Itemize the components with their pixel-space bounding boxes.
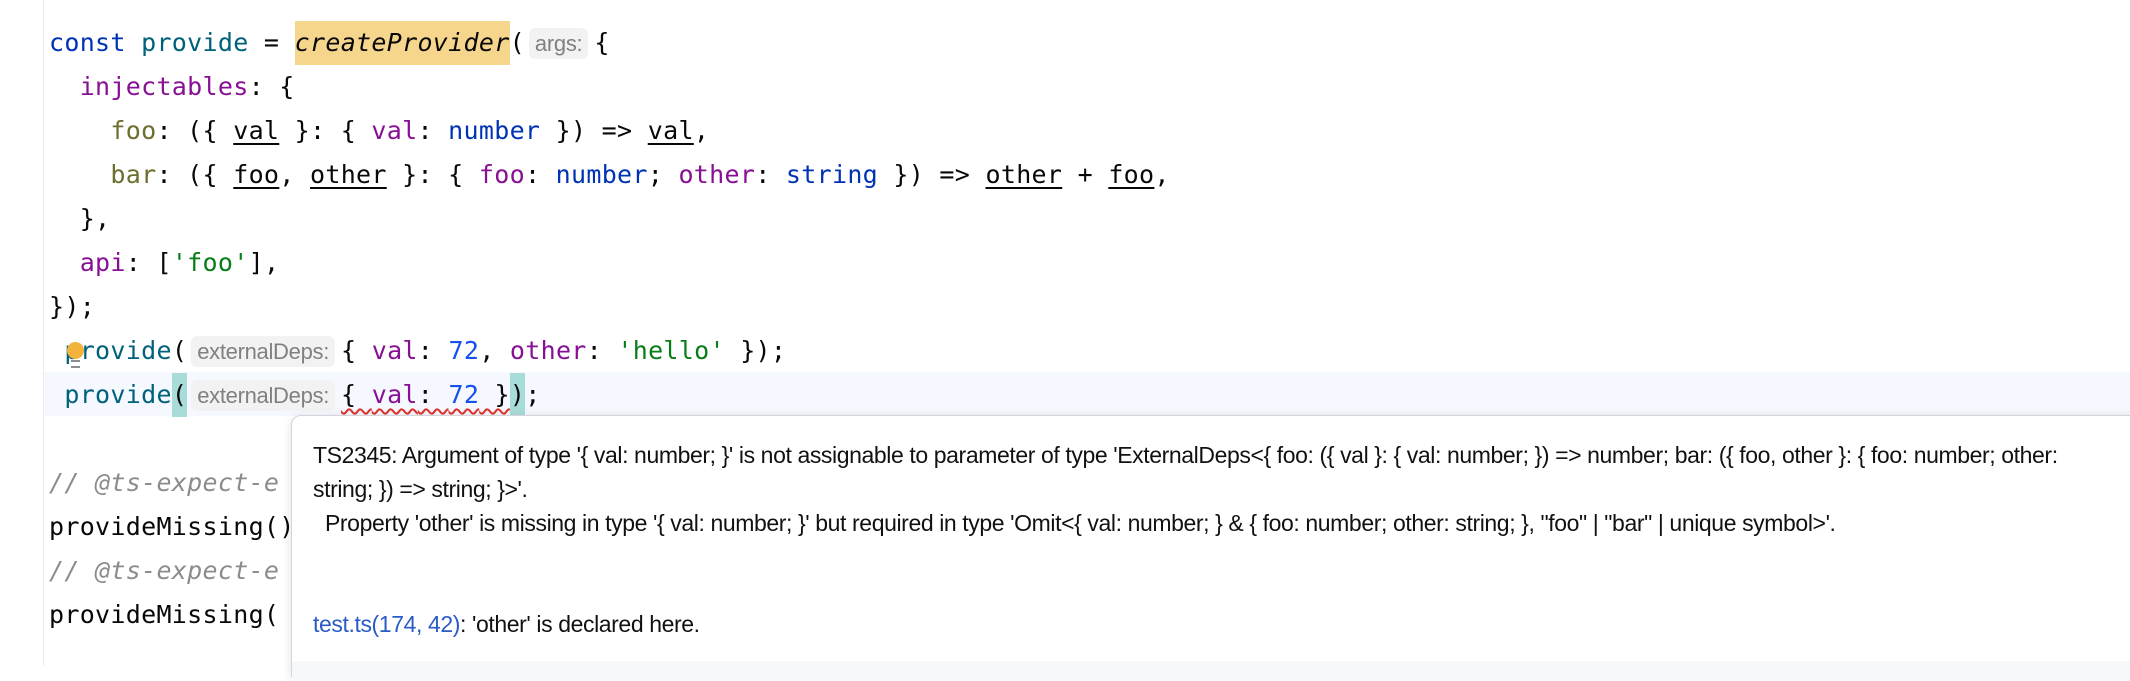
code-token: }: { bbox=[279, 116, 372, 145]
tooltip-footer bbox=[292, 661, 2130, 681]
code-line[interactable]: }); bbox=[49, 285, 1170, 329]
code-token: = bbox=[248, 28, 295, 57]
code-token: , bbox=[1154, 160, 1170, 189]
code-token: ; bbox=[647, 160, 679, 189]
error-tooltip: TS2345: Argument of type '{ val: number;… bbox=[291, 415, 2130, 681]
code-line[interactable]: bar: ({ foo, other }: { foo: number; oth… bbox=[49, 153, 1170, 197]
code-token: foo bbox=[1108, 160, 1155, 189]
code-token: : { bbox=[248, 72, 295, 101]
code-line[interactable]: provide(externalDeps:{ val: 72, other: '… bbox=[49, 329, 1170, 373]
code-token: number bbox=[448, 116, 541, 145]
lightbulb-base-icon bbox=[71, 360, 80, 368]
code-token: ( bbox=[509, 28, 525, 57]
code-token: ], bbox=[248, 248, 280, 277]
code-token: 72 bbox=[448, 336, 480, 365]
tooltip-reference: test.ts(174, 42): 'other' is declared he… bbox=[313, 607, 700, 641]
code-token: + bbox=[1062, 160, 1109, 189]
code-token: { bbox=[341, 380, 372, 409]
inlay-hint: externalDeps: bbox=[191, 380, 336, 411]
code-token: bar bbox=[110, 160, 157, 189]
code-line[interactable]: }, bbox=[49, 197, 1170, 241]
inlay-hint: externalDeps: bbox=[191, 336, 336, 367]
code-token: ( bbox=[171, 373, 188, 417]
code-token: val bbox=[371, 380, 418, 409]
inlay-hint: args: bbox=[528, 28, 589, 59]
code-token: : ({ bbox=[156, 160, 234, 189]
code-token: foo bbox=[233, 160, 280, 189]
code-token: : bbox=[586, 336, 618, 365]
code-token: val bbox=[371, 336, 418, 365]
code-token: val bbox=[371, 116, 418, 145]
code-token: }); bbox=[724, 336, 787, 365]
code-token: : bbox=[417, 336, 449, 365]
tooltip-body: TS2345: Argument of type '{ val: number;… bbox=[313, 438, 2103, 540]
code-token: val bbox=[233, 116, 280, 145]
code-token: provideMissing() bbox=[49, 512, 295, 541]
code-token: provideMissing( bbox=[49, 600, 280, 629]
code-token: : ({ bbox=[156, 116, 234, 145]
code-token: api bbox=[79, 248, 126, 277]
code-token: foo bbox=[110, 116, 157, 145]
code-line[interactable]: foo: ({ val }: { val: number }) => val, bbox=[49, 109, 1170, 153]
code-token: foo bbox=[478, 160, 525, 189]
code-token: : bbox=[417, 380, 449, 409]
code-token: }, bbox=[49, 204, 111, 233]
code-token: , bbox=[279, 160, 310, 189]
code-token: 'foo' bbox=[171, 248, 249, 277]
code-line[interactable]: const provide = createProvider(args:{ bbox=[49, 21, 1170, 65]
code-token: ( bbox=[171, 336, 188, 365]
code-token: provide bbox=[64, 380, 172, 409]
lightbulb-icon[interactable] bbox=[67, 342, 84, 359]
declaration-text: : 'other' is declared here. bbox=[460, 611, 700, 637]
code-token: ) bbox=[509, 373, 526, 417]
code-line[interactable]: api: ['foo'], bbox=[49, 241, 1170, 285]
code-token: injectables bbox=[79, 72, 249, 101]
code-token: : bbox=[524, 160, 556, 189]
code-token: 'hello' bbox=[617, 336, 725, 365]
code-token: string bbox=[785, 160, 879, 189]
code-line[interactable]: provide(externalDeps:{ val: 72 }); bbox=[49, 373, 1170, 417]
code-token: }); bbox=[49, 292, 96, 321]
code-token: other bbox=[985, 160, 1063, 189]
code-token: : bbox=[755, 160, 786, 189]
tooltip-error-detail: Property 'other' is missing in type '{ v… bbox=[313, 510, 1836, 536]
code-token: } bbox=[479, 380, 510, 409]
code-token: // @ts-expect-e bbox=[49, 556, 280, 585]
code-line[interactable]: injectables: { bbox=[49, 65, 1170, 109]
code-token: const bbox=[49, 28, 142, 57]
code-token: ; bbox=[525, 380, 541, 409]
code-token: val bbox=[647, 116, 694, 145]
code-token: other bbox=[678, 160, 756, 189]
code-token: }) => bbox=[878, 160, 986, 189]
code-token: : bbox=[417, 116, 449, 145]
code-token: , bbox=[479, 336, 510, 365]
code-token: other bbox=[509, 336, 587, 365]
code-token: 72 bbox=[448, 380, 480, 409]
code-token: other bbox=[310, 160, 387, 189]
code-token: { bbox=[341, 336, 372, 365]
code-token: // @ts-expect-e bbox=[49, 468, 280, 497]
code-token: , bbox=[693, 116, 710, 145]
code-token: provide bbox=[141, 28, 249, 57]
gutter-separator bbox=[43, 0, 44, 666]
code-token: : [ bbox=[125, 248, 172, 277]
code-token: }) => bbox=[540, 116, 648, 145]
code-token: number bbox=[555, 160, 648, 189]
declaration-link[interactable]: test.ts(174, 42) bbox=[313, 611, 460, 637]
code-token: createProvider bbox=[294, 21, 510, 65]
tooltip-error-message: TS2345: Argument of type '{ val: number;… bbox=[313, 442, 2058, 502]
code-token: }: { bbox=[386, 160, 479, 189]
code-token: { bbox=[594, 28, 610, 57]
